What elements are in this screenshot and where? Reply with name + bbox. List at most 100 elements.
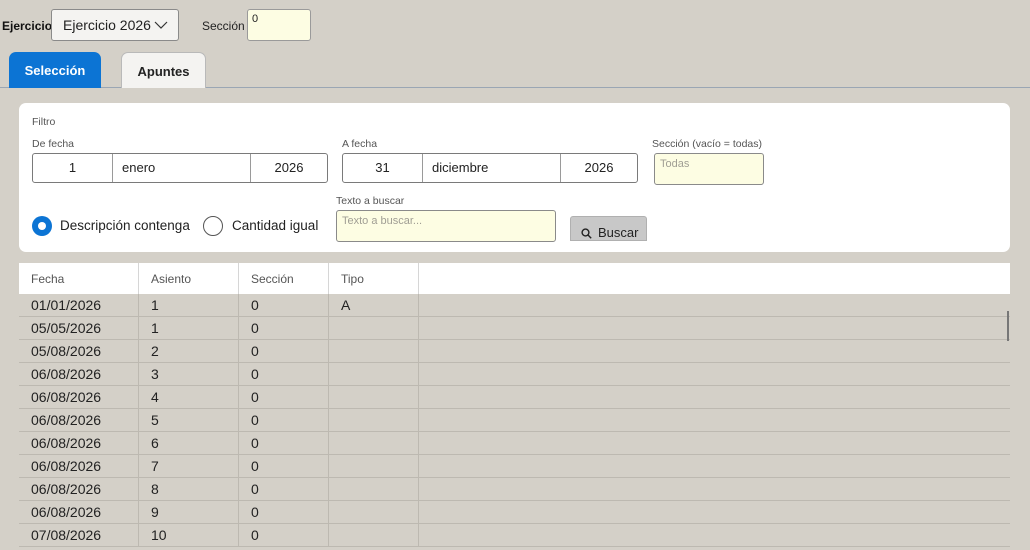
cell-empty [419,524,1010,547]
cell-seccion: 0 [239,432,329,455]
cell-empty [419,455,1010,478]
cell-seccion: 0 [239,501,329,524]
cell-fecha: 05/08/2026 [19,340,139,363]
a-fecha-day[interactable]: 31 [343,154,422,182]
cell-asiento: 1 [139,294,239,317]
cell-fecha: 06/08/2026 [19,478,139,501]
column-header-tipo[interactable]: Tipo [329,263,419,294]
a-fecha-label: A fecha [342,138,378,150]
table-row[interactable]: 01/01/2026 1 0 A [19,294,1010,317]
cell-tipo [329,455,419,478]
cell-fecha: 06/08/2026 [19,386,139,409]
cell-empty [419,294,1010,317]
seccion-input[interactable]: 0 [247,9,311,41]
texto-buscar-label: Texto a buscar [336,195,405,207]
ejercicio-select-value: Ejercicio 2026 [63,17,151,33]
table-row[interactable]: 05/08/2026 2 0 [19,340,1010,363]
cell-fecha: 06/08/2026 [19,409,139,432]
ejercicio-select[interactable]: Ejercicio 2026 [51,9,179,41]
cell-seccion: 0 [239,317,329,340]
radio-descripcion[interactable] [32,216,52,236]
cell-seccion: 0 [239,340,329,363]
buscar-label: Buscar [598,225,639,240]
de-fecha-field[interactable]: 1 enero 2026 [32,153,328,183]
table-row[interactable]: 06/08/2026 8 0 [19,478,1010,501]
radio-cantidad[interactable] [203,216,223,236]
table-row[interactable]: 06/08/2026 7 0 [19,455,1010,478]
seccion-filter-label: Sección (vacío = todas) [652,138,763,150]
cell-seccion: 0 [239,524,329,547]
cell-tipo [329,478,419,501]
cell-fecha: 06/08/2026 [19,432,139,455]
top-toolbar: Ejercicio Ejercicio 2026 Sección 0 [0,0,1030,50]
column-header-seccion[interactable]: Sección [239,263,329,294]
cell-seccion: 0 [239,409,329,432]
cell-tipo: A [329,294,419,317]
seccion-label: Sección [202,19,245,33]
cell-asiento: 10 [139,524,239,547]
cell-empty [419,363,1010,386]
cell-asiento: 1 [139,317,239,340]
cell-empty [419,317,1010,340]
cell-asiento: 8 [139,478,239,501]
table-row[interactable]: 07/08/2026 10 0 [19,524,1010,547]
table-row[interactable]: 06/08/2026 9 0 [19,501,1010,524]
cell-tipo [329,501,419,524]
cell-asiento: 3 [139,363,239,386]
cell-tipo [329,340,419,363]
table-row[interactable]: 06/08/2026 5 0 [19,409,1010,432]
a-fecha-field[interactable]: 31 diciembre 2026 [342,153,638,183]
buscar-button[interactable]: Buscar [570,216,647,241]
table-row[interactable]: 06/08/2026 4 0 [19,386,1010,409]
texto-buscar-input[interactable]: Texto a buscar... [336,210,556,242]
radio-descripcion-label[interactable]: Descripción contenga [60,218,190,233]
cell-tipo [329,363,419,386]
radio-cantidad-label[interactable]: Cantidad igual [232,218,318,233]
cell-asiento: 4 [139,386,239,409]
cell-asiento: 9 [139,501,239,524]
table-row[interactable]: 06/08/2026 3 0 [19,363,1010,386]
column-header-asiento[interactable]: Asiento [139,263,239,294]
de-fecha-month[interactable]: enero [112,154,250,182]
cell-seccion: 0 [239,455,329,478]
seccion-filter-input[interactable]: Todas [654,153,764,185]
cell-seccion: 0 [239,363,329,386]
cell-empty [419,501,1010,524]
search-icon [581,228,592,239]
table-row[interactable]: 06/08/2026 6 0 [19,432,1010,455]
tab-apuntes[interactable]: Apuntes [121,52,206,88]
cell-asiento: 5 [139,409,239,432]
table-row[interactable]: 05/05/2026 1 0 [19,317,1010,340]
cell-tipo [329,386,419,409]
column-header-fecha[interactable]: Fecha [19,263,139,294]
cell-tipo [329,317,419,340]
cell-empty [419,432,1010,455]
de-fecha-day[interactable]: 1 [33,154,112,182]
tab-bar: Selección Apuntes [0,52,1030,88]
cell-seccion: 0 [239,478,329,501]
grid-header: Fecha Asiento Sección Tipo [19,263,1010,294]
chevron-down-icon [154,21,168,29]
cell-asiento: 6 [139,432,239,455]
filter-panel: Filtro De fecha 1 enero 2026 A fecha 31 … [19,103,1010,252]
cell-empty [419,478,1010,501]
cell-empty [419,340,1010,363]
cell-fecha: 05/05/2026 [19,317,139,340]
cell-fecha: 07/08/2026 [19,524,139,547]
cell-asiento: 2 [139,340,239,363]
cell-fecha: 06/08/2026 [19,363,139,386]
cell-fecha: 06/08/2026 [19,455,139,478]
cell-tipo [329,524,419,547]
ejercicio-label: Ejercicio [2,19,53,33]
cell-empty [419,386,1010,409]
grid-scrollbar-thumb[interactable] [1007,311,1009,341]
cell-empty [419,409,1010,432]
a-fecha-month[interactable]: diciembre [422,154,560,182]
cell-fecha: 01/01/2026 [19,294,139,317]
tab-seleccion[interactable]: Selección [9,52,101,88]
filter-title: Filtro [32,116,56,128]
de-fecha-label: De fecha [32,138,75,150]
de-fecha-year[interactable]: 2026 [250,154,327,182]
a-fecha-year[interactable]: 2026 [560,154,637,182]
cell-tipo [329,409,419,432]
